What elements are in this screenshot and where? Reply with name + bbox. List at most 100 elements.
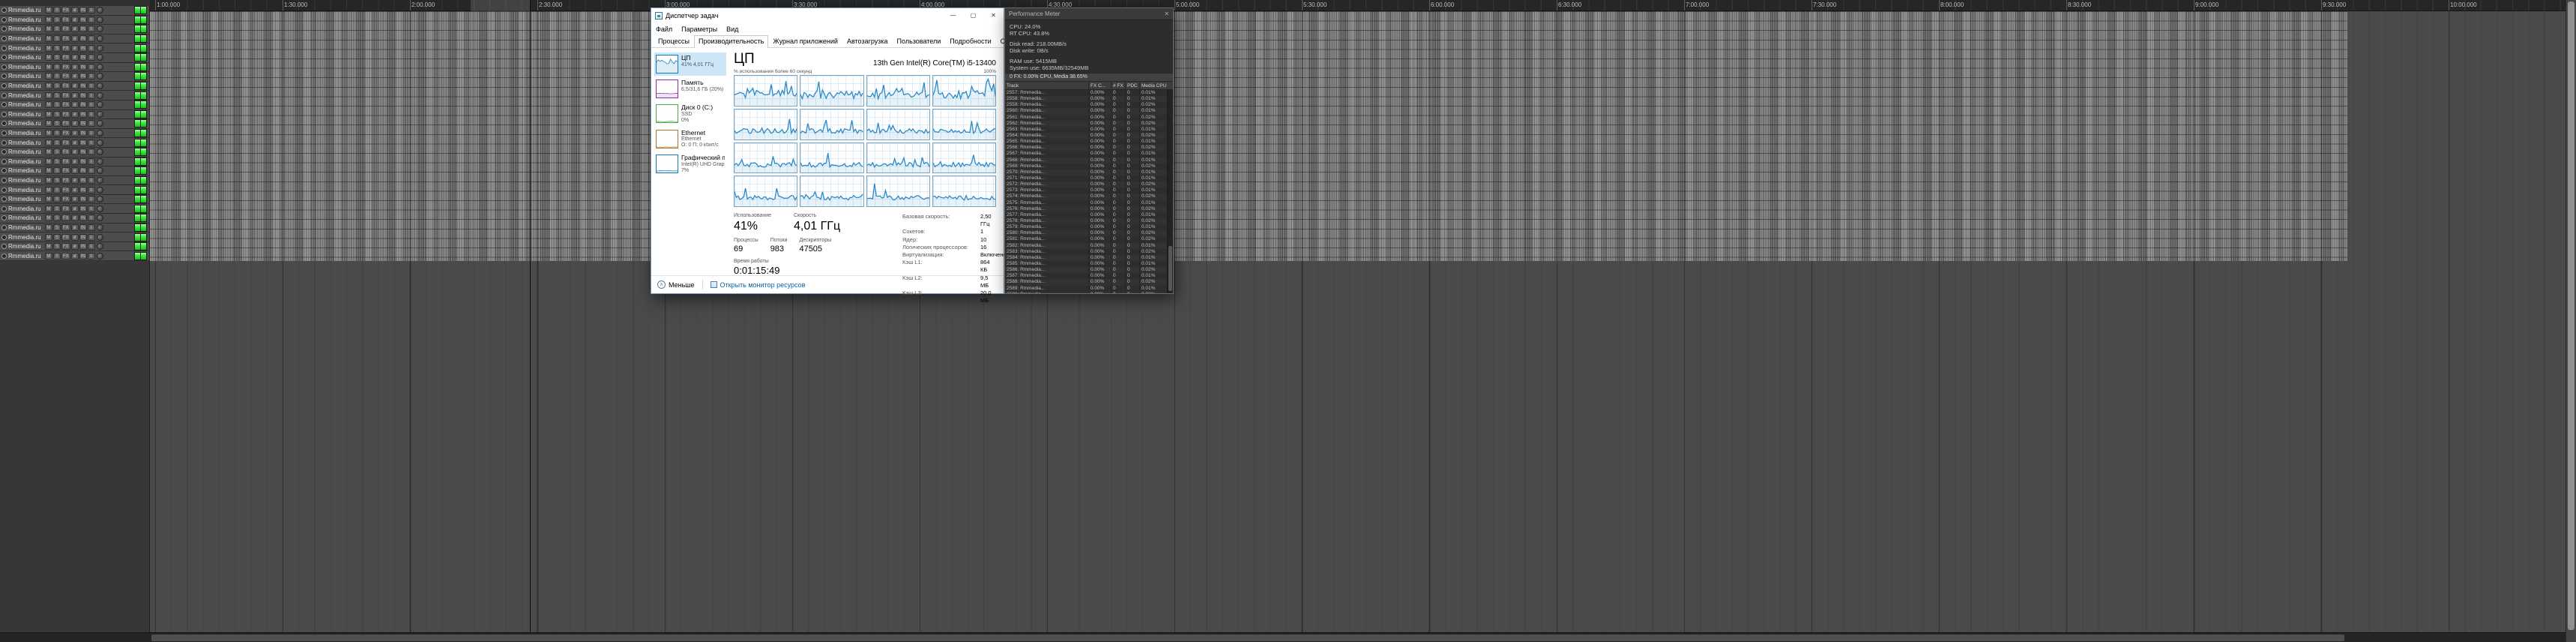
track-input-button[interactable]: IN: [79, 82, 87, 90]
track-mute-button[interactable]: M: [45, 73, 52, 80]
horizontal-scrollbar[interactable]: [0, 632, 2566, 642]
track-name[interactable]: Rmmedia.ru: [8, 101, 45, 108]
perf-track-row[interactable]: 2564: Rmmedia... 0.00% 0 0 0.02%: [1005, 132, 1167, 140]
track-menu-button[interactable]: ≡: [87, 130, 95, 137]
track-name[interactable]: Rmmedia.ru: [8, 35, 45, 42]
track-name[interactable]: Rmmedia.ru: [8, 214, 45, 221]
pan-knob[interactable]: [96, 252, 103, 260]
track-solo-button[interactable]: S: [53, 120, 61, 128]
table-scrollbar-thumb[interactable]: [1168, 246, 1172, 291]
track-input-button[interactable]: IN: [79, 120, 87, 128]
track-name[interactable]: Rmmedia.ru: [8, 73, 45, 80]
track-mute-button[interactable]: M: [45, 82, 52, 90]
track-mute-button[interactable]: M: [45, 92, 52, 99]
open-resource-monitor-link[interactable]: Открыть монитор ресурсов: [710, 281, 805, 289]
track-mute-button[interactable]: M: [45, 196, 52, 203]
track-phase-button[interactable]: ø: [70, 148, 79, 156]
record-arm-button[interactable]: [1, 55, 7, 61]
track-solo-button[interactable]: S: [53, 243, 61, 250]
track-input-button[interactable]: IN: [79, 205, 87, 212]
pan-knob[interactable]: [96, 16, 103, 23]
track-fx-button[interactable]: FX: [61, 110, 70, 118]
pan-knob[interactable]: [96, 196, 103, 203]
record-arm-button[interactable]: [1, 215, 7, 221]
maximize-button[interactable]: ▢: [963, 8, 983, 23]
track-name[interactable]: Rmmedia.ru: [8, 82, 45, 89]
tab-performance[interactable]: Производительность: [694, 35, 769, 48]
perf-track-row[interactable]: 2590: Rmmedia...0.00%000.02%: [1005, 291, 1167, 293]
track-phase-button[interactable]: ø: [70, 243, 79, 250]
record-arm-button[interactable]: [1, 16, 7, 22]
track-row[interactable]: Rmmedia.ru M S FX ø IN ≡: [0, 128, 149, 139]
track-solo-button[interactable]: S: [53, 7, 61, 14]
track-fx-button[interactable]: FX: [61, 139, 70, 146]
track-input-button[interactable]: IN: [79, 243, 87, 250]
track-mute-button[interactable]: M: [45, 101, 52, 109]
track-input-button[interactable]: IN: [79, 158, 87, 165]
track-phase-button[interactable]: ø: [70, 101, 79, 109]
tab-app-history[interactable]: Журнал приложений: [768, 35, 842, 47]
pan-knob[interactable]: [96, 167, 103, 175]
record-arm-button[interactable]: [1, 149, 7, 155]
column-header-fx-count[interactable]: # FX: [1111, 82, 1125, 89]
track-fx-button[interactable]: FX: [61, 167, 70, 175]
track-solo-button[interactable]: S: [53, 63, 61, 70]
track-solo-button[interactable]: S: [53, 176, 61, 184]
track-row[interactable]: Rmmedia.ru M S FX ø IN ≡: [0, 232, 149, 242]
track-fx-button[interactable]: FX: [61, 35, 70, 43]
track-mute-button[interactable]: M: [45, 139, 52, 146]
pan-knob[interactable]: [96, 7, 103, 14]
menu-options[interactable]: Параметры: [681, 26, 717, 33]
track-solo-button[interactable]: S: [53, 54, 61, 62]
perf-track-row[interactable]: 2560: Rmmedia... 0.00% 0 0 0.01%: [1005, 108, 1167, 115]
track-solo-button[interactable]: S: [53, 214, 61, 222]
pan-knob[interactable]: [96, 130, 103, 137]
track-row[interactable]: Rmmedia.ru M S FX ø IN ≡: [0, 194, 149, 205]
track-phase-button[interactable]: ø: [70, 26, 79, 33]
track-row[interactable]: Rmmedia.ru M S FX ø IN ≡: [0, 62, 149, 73]
perf-track-row[interactable]: 2585: Rmmedia... 0.00% 0 0 0.01%: [1005, 260, 1167, 268]
track-solo-button[interactable]: S: [53, 224, 61, 231]
track-input-button[interactable]: IN: [79, 92, 87, 99]
perf-track-row[interactable]: 2581: Rmmedia... 0.00% 0 0 0.02%: [1005, 236, 1167, 243]
track-mute-button[interactable]: M: [45, 158, 52, 165]
pan-knob[interactable]: [96, 186, 103, 194]
record-arm-button[interactable]: [1, 244, 7, 250]
record-arm-button[interactable]: [1, 224, 7, 230]
track-row[interactable]: Rmmedia.ru M S FX ø IN ≡: [0, 119, 149, 129]
track-solo-button[interactable]: S: [53, 233, 61, 241]
track-menu-button[interactable]: ≡: [87, 252, 95, 260]
track-input-button[interactable]: IN: [79, 35, 87, 43]
pan-knob[interactable]: [96, 120, 103, 128]
track-menu-button[interactable]: ≡: [87, 233, 95, 241]
track-phase-button[interactable]: ø: [70, 82, 79, 90]
track-name[interactable]: Rmmedia.ru: [8, 45, 45, 52]
track-row[interactable]: Rmmedia.ru M S FX ø IN ≡: [0, 138, 149, 148]
pan-knob[interactable]: [96, 110, 103, 118]
track-solo-button[interactable]: S: [53, 101, 61, 109]
track-name[interactable]: Rmmedia.ru: [8, 111, 45, 118]
track-input-button[interactable]: IN: [79, 130, 87, 137]
track-input-button[interactable]: IN: [79, 214, 87, 222]
track-name[interactable]: Rmmedia.ru: [8, 177, 45, 184]
pan-knob[interactable]: [96, 101, 103, 109]
track-input-button[interactable]: IN: [79, 139, 87, 146]
perf-track-row[interactable]: 2568: Rmmedia... 0.00% 0 0 0.01%: [1005, 157, 1167, 164]
perf-track-row[interactable]: 2589: Rmmedia... 0.00% 0 0 0.01%: [1005, 285, 1167, 292]
track-input-button[interactable]: IN: [79, 101, 87, 109]
track-row[interactable]: Rmmedia.ru M S FX ø IN ≡: [0, 110, 149, 120]
track-fx-button[interactable]: FX: [61, 16, 70, 23]
track-fx-button[interactable]: FX: [61, 73, 70, 80]
track-solo-button[interactable]: S: [53, 139, 61, 146]
track-mute-button[interactable]: M: [45, 252, 52, 260]
track-mute-button[interactable]: M: [45, 243, 52, 250]
track-input-button[interactable]: IN: [79, 224, 87, 231]
track-input-button[interactable]: IN: [79, 196, 87, 203]
track-input-button[interactable]: IN: [79, 252, 87, 260]
column-header-track[interactable]: Track: [1005, 82, 1088, 89]
track-row[interactable]: Rmmedia.ru M S FX ø IN ≡: [0, 72, 149, 82]
track-solo-button[interactable]: S: [53, 16, 61, 23]
track-input-button[interactable]: IN: [79, 110, 87, 118]
perf-track-row[interactable]: 2584: Rmmedia... 0.00% 0 0 0.01%: [1005, 254, 1167, 261]
track-row[interactable]: Rmmedia.ru M S FX ø IN ≡: [0, 242, 149, 252]
